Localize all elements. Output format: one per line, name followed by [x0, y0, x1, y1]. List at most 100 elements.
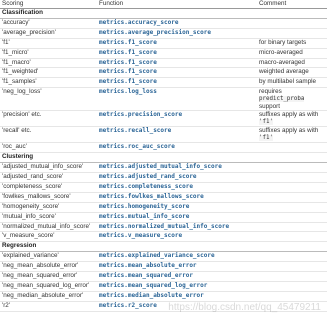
function-module: metrics.: [99, 111, 128, 119]
scoring-name: 'neg_mean_absolute_error': [0, 261, 97, 273]
section-header-regression: Regression: [0, 241, 327, 253]
function-link[interactable]: metrics.mutual_info_score: [97, 212, 257, 223]
table-row: 'homogeneity_score' metrics.homogeneity_s…: [0, 202, 327, 213]
function-module: metrics.: [99, 88, 128, 96]
comment: [257, 271, 327, 282]
function-link[interactable]: metrics.f1_score: [97, 38, 257, 49]
scoring-name: 'neg_mean_squared_log_error': [0, 281, 97, 292]
function-name: accuracy_score: [127, 18, 179, 26]
table-row: 'neg_mean_squared_log_error' metrics.mean…: [0, 281, 327, 292]
function-link[interactable]: metrics.r2_score: [97, 301, 257, 312]
function-module: metrics.: [99, 172, 128, 180]
function-name: f1_score: [127, 78, 157, 86]
function-name: roc_auc_score: [127, 143, 175, 151]
function-link[interactable]: metrics.median_absolute_error: [97, 291, 257, 302]
function-link[interactable]: metrics.f1_score: [97, 77, 257, 89]
table-row: 'recall' etc. metrics.recall_score suffixe…: [0, 126, 327, 144]
function-link[interactable]: metrics.adjusted_mutual_info_score: [97, 162, 257, 173]
function-link[interactable]: metrics.average_precision_score: [97, 28, 257, 39]
function-module: metrics.: [99, 182, 128, 190]
table-row: 'adjusted_rand_score' metrics.adjusted_ra…: [0, 172, 327, 183]
function-name: r2_score: [127, 301, 157, 309]
scoring-name: 'adjusted_rand_score': [0, 172, 97, 183]
comment: [257, 251, 327, 263]
comment: weighted average: [257, 67, 327, 79]
function-link[interactable]: metrics.completeness_score: [97, 182, 257, 193]
section-title: Regression: [0, 241, 327, 253]
comment: [257, 222, 327, 233]
function-link[interactable]: metrics.log_loss: [97, 87, 257, 112]
function-module: metrics.: [99, 48, 128, 56]
function-link[interactable]: metrics.mean_squared_log_error: [97, 281, 257, 292]
comment: micro-averaged: [257, 48, 327, 59]
function-name: fowlkes_mallows_score: [127, 192, 204, 200]
comment: [257, 291, 327, 302]
function-link[interactable]: metrics.fowlkes_mallows_score: [97, 192, 257, 203]
table-row: 'f1_micro' metrics.f1_score micro-averaged: [0, 48, 327, 59]
scoring-name: 'f1_macro': [0, 58, 97, 69]
function-module: metrics.: [99, 38, 128, 46]
function-link[interactable]: metrics.f1_score: [97, 67, 257, 79]
function-module: metrics.: [99, 272, 128, 280]
function-link[interactable]: metrics.accuracy_score: [97, 18, 257, 29]
comment: macro-averaged: [257, 58, 327, 69]
function-module: metrics.: [99, 192, 128, 200]
function-link[interactable]: metrics.recall_score: [97, 126, 257, 144]
comment: [257, 18, 327, 29]
function-link[interactable]: metrics.normalized_mutual_info_score: [97, 222, 257, 233]
function-name: normalized_mutual_info_score: [127, 222, 230, 230]
scoring-name: 'mutual_info_score': [0, 212, 97, 223]
function-name: mean_squared_log_error: [127, 281, 208, 289]
function-module: metrics.: [99, 212, 128, 220]
comment: [257, 28, 327, 39]
table-row: 'precision' etc. metrics.precision_score s…: [0, 110, 327, 128]
function-link[interactable]: metrics.mean_squared_error: [97, 271, 257, 282]
function-name: v_measure_score: [127, 232, 183, 240]
function-module: metrics.: [99, 232, 128, 240]
function-module: metrics.: [99, 78, 128, 86]
table-body: Classification'accuracy' metrics.accuracy…: [0, 8, 327, 312]
table-header: Scoring Function Comment: [0, 0, 327, 9]
comment: [257, 231, 327, 243]
table-row: 'mutual_info_score' metrics.mutual_info_s…: [0, 212, 327, 223]
function-name: completeness_score: [127, 182, 193, 190]
function-link[interactable]: metrics.roc_auc_score: [97, 142, 257, 154]
function-module: metrics.: [99, 202, 128, 210]
function-link[interactable]: metrics.precision_score: [97, 110, 257, 128]
function-name: f1_score: [127, 68, 157, 76]
function-link[interactable]: metrics.explained_variance_score: [97, 251, 257, 263]
comment-code: predict_proba: [259, 96, 305, 103]
scoring-name: 'average_precision': [0, 28, 97, 39]
scoring-name: 'precision' etc.: [0, 110, 97, 128]
table-row: 'neg_mean_squared_error' metrics.mean_squ…: [0, 271, 327, 282]
table-row: 'neg_log_loss' metrics.log_loss requires p…: [0, 87, 327, 112]
function-link[interactable]: metrics.homogeneity_score: [97, 202, 257, 213]
scoring-name: 'f1_samples': [0, 77, 97, 89]
scoring-name: 'recall' etc.: [0, 126, 97, 144]
comment: [257, 261, 327, 273]
function-name: mutual_info_score: [127, 212, 190, 220]
table-row: 'completeness_score' metrics.completeness…: [0, 182, 327, 193]
table-row: 'normalized_mutual_info_score' metrics.no…: [0, 222, 327, 233]
comment: [257, 172, 327, 183]
comment: [257, 301, 327, 312]
function-link[interactable]: metrics.adjusted_rand_score: [97, 172, 257, 183]
table-row: 'neg_mean_absolute_error' metrics.mean_ab…: [0, 261, 327, 273]
function-link[interactable]: metrics.mean_absolute_error: [97, 261, 257, 273]
function-link[interactable]: metrics.f1_score: [97, 48, 257, 59]
function-link[interactable]: metrics.v_measure_score: [97, 231, 257, 243]
function-module: metrics.: [99, 28, 128, 36]
function-name: mean_squared_error: [127, 272, 193, 280]
function-module: metrics.: [99, 163, 128, 171]
scoring-name: 'accuracy': [0, 18, 97, 29]
function-module: metrics.: [99, 222, 128, 230]
function-name: explained_variance_score: [127, 252, 215, 260]
table-row: 'f1_samples' metrics.f1_score by multilabe…: [0, 77, 327, 89]
comment-text: suffixes apply as with: [259, 111, 319, 119]
header-comment: Comment: [257, 0, 327, 9]
function-link[interactable]: metrics.f1_score: [97, 58, 257, 69]
scoring-name: 'f1_weighted': [0, 67, 97, 79]
scoring-name: 'f1': [0, 38, 97, 49]
scoring-name: 'fowlkes_mallows_score': [0, 192, 97, 203]
function-name: adjusted_rand_score: [127, 172, 197, 180]
